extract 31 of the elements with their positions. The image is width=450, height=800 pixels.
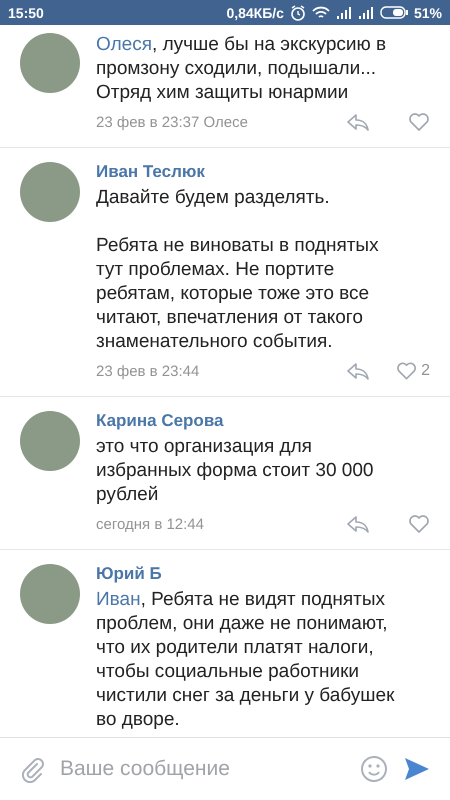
paperclip-icon[interactable] xyxy=(20,755,44,783)
status-time: 15:50 xyxy=(8,4,44,20)
like-icon[interactable] xyxy=(408,514,430,534)
comment-date: 23 фев в 23:44 xyxy=(96,362,200,380)
author-name[interactable]: Карина Серова xyxy=(96,411,430,431)
author-name[interactable]: Иван Теслюк xyxy=(96,162,430,182)
network-speed: 0,84КБ/с xyxy=(226,4,284,20)
alarm-clock-icon xyxy=(290,4,306,20)
author-name[interactable]: Юрий Б xyxy=(96,564,430,584)
comment-text: Давайте будем разделять. Ребята не виноваты в поднятых тут проблемах. Не портите ребятам, которые тоже это все читают, впечатления от такого знаменательного события. xyxy=(96,186,380,354)
reply-icon[interactable] xyxy=(346,515,370,533)
mention-link[interactable]: Иван xyxy=(96,589,141,610)
smiley-icon[interactable] xyxy=(360,755,388,783)
comment-date: 23 фев в 23:37 Олесе xyxy=(96,114,249,130)
battery-icon xyxy=(380,6,408,19)
comment-date: сегодня в 12:44 xyxy=(96,516,205,532)
like-icon[interactable] xyxy=(408,112,430,132)
like-icon[interactable] xyxy=(396,361,418,381)
wifi-icon xyxy=(312,6,330,20)
like-count: 2 xyxy=(421,362,430,380)
comment-text: Олеся, лучше бы на экскурсию в промзону сходили, подышали... Отряд хим защиты юнармии xyxy=(96,33,388,105)
send-icon[interactable] xyxy=(404,757,430,781)
message-input[interactable]: Ваше сообщение xyxy=(60,753,344,785)
comment-text: Иван, Ребята не видят поднятых проблем, они даже не понимают, что их родители платят налоги, чтобы социальные работники чистили снег за деньги у бабушек во дворе. xyxy=(96,588,396,732)
reply-icon[interactable] xyxy=(346,113,370,131)
reply-icon[interactable] xyxy=(346,362,370,380)
battery-level: 51% xyxy=(414,4,442,20)
signal-icon xyxy=(358,6,374,18)
mention-link[interactable]: Олеся xyxy=(96,34,152,55)
signal-icon xyxy=(336,6,352,18)
comment-text: это что организация для избранных форма стоит 30 000 рублей xyxy=(96,435,374,507)
